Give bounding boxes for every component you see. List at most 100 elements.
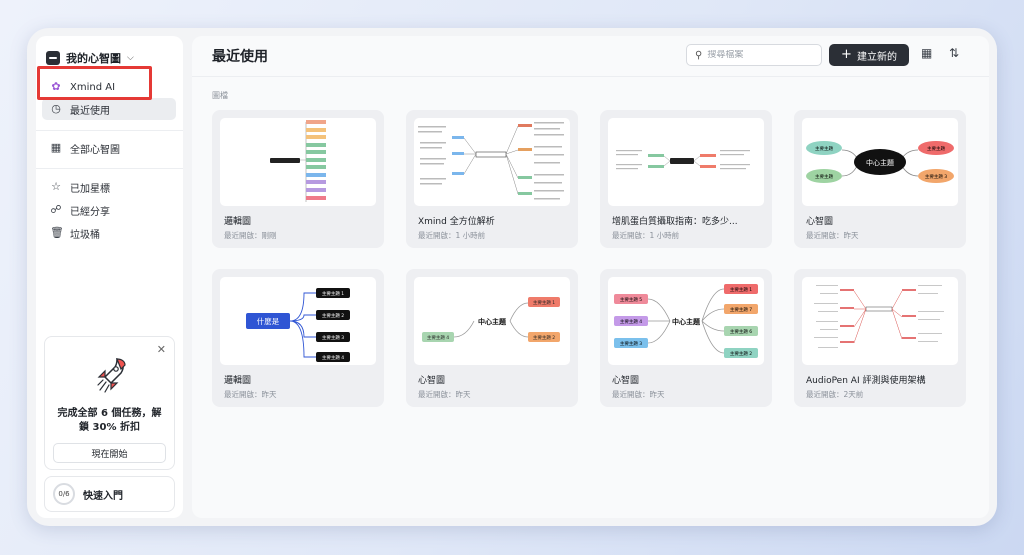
topic-label: 主要主題 1 xyxy=(730,286,752,293)
close-icon[interactable]: ✕ xyxy=(157,343,166,356)
sidebar-item-recent[interactable]: ◷ 最近使用 xyxy=(42,98,176,120)
trash-icon: 🗑 xyxy=(50,226,64,239)
grid-icon: ▦ xyxy=(50,141,62,154)
sidebar-item-label: 全部心智圖 xyxy=(70,144,120,156)
workspace-icon xyxy=(46,51,60,65)
file-card[interactable]: 中心主題 主要主題 1 主要主題 2 主要主題 4 心智圖 最近開啟：昨天 xyxy=(406,269,578,407)
promo-text: 完成全部 6 個任務，解鎖 30% 折扣 xyxy=(57,408,162,433)
clock-icon: ◷ xyxy=(51,102,61,115)
topic-label: 主要主題 4 xyxy=(322,354,344,361)
file-title: 心智圖 xyxy=(806,217,834,227)
file-card[interactable]: 中心主題 主要主題 主要主題 主要主題 主要主題 3 心智圖 最近開啟：昨天 xyxy=(794,110,966,248)
file-card[interactable]: 什麼是 主要主題 1 主要主題 2 主要主題 3 主要主題 4 邏輯圖 最近開啟… xyxy=(212,269,384,407)
sidebar-item-trash[interactable]: 🗑 垃圾桶 xyxy=(42,222,176,244)
create-new-label: 建立新的 xyxy=(856,51,897,63)
topic-label: 主要主題 6 xyxy=(730,328,752,335)
search-icon: ⚲ xyxy=(695,49,703,61)
topic-label: 主要主題 2 xyxy=(730,350,752,357)
ai-sparkle-icon: ✿ xyxy=(51,80,61,93)
progress-indicator: 0/6 xyxy=(53,483,75,505)
main-panel: 最近使用 ⚲ + 建立新的 ▦ ⇅ 圖檔 xyxy=(192,36,989,518)
center-topic: 中心主題 xyxy=(866,158,894,167)
sidebar-item-all-maps[interactable]: ▦ 全部心智圖 xyxy=(42,137,176,159)
start-now-button[interactable]: 現在開始 xyxy=(53,443,166,463)
topic-label: 主要主題 2 xyxy=(533,334,555,341)
topic-label: 主要主題 xyxy=(815,145,833,152)
workspace-switcher[interactable]: 我的心智圖 ⌵ xyxy=(46,50,134,66)
file-title: 心智圖 xyxy=(612,376,640,386)
file-thumbnail: 中心主題 主要主題 1 主要主題 7 主要主題 6 主要主題 2 主要主題 5 … xyxy=(608,277,764,365)
chevron-down-icon: ⌵ xyxy=(127,53,134,63)
file-last-opened: 最近開啟：剛剛 xyxy=(224,231,277,240)
share-icon: ☍ xyxy=(50,203,62,216)
page-title: 最近使用 xyxy=(212,49,268,65)
topic-label: 主要主題 1 xyxy=(322,290,344,297)
file-last-opened: 最近開啟：昨天 xyxy=(612,390,665,399)
sidebar-item-label: Xmind AI xyxy=(70,81,116,93)
file-card[interactable]: Xmind 全方位解析 最近開啟：1 小時前 xyxy=(406,110,578,248)
file-last-opened: 最近開啟：2天前 xyxy=(806,390,864,399)
file-card[interactable]: 中心主題 主要主題 1 主要主題 7 主要主題 6 主要主題 2 主要主題 5 … xyxy=(600,269,772,407)
sidebar-item-label: 已加星標 xyxy=(70,183,110,195)
file-last-opened: 最近開啟：1 小時前 xyxy=(418,231,486,240)
file-last-opened: 最近開啟：1 小時前 xyxy=(612,231,680,240)
grid-view-icon[interactable]: ▦ xyxy=(921,46,932,60)
sidebar-item-label: 已經分享 xyxy=(70,206,110,218)
header-divider xyxy=(192,76,989,77)
file-thumbnail: 中心主題 主要主題 主要主題 主要主題 主要主題 3 xyxy=(802,118,958,206)
topic-label: 主要主題 4 xyxy=(427,334,449,341)
center-topic: 中心主題 xyxy=(478,317,507,326)
sidebar-item-shared[interactable]: ☍ 已經分享 xyxy=(42,199,176,221)
quick-start-label: 快速入門 xyxy=(83,490,123,502)
file-title: 增肌蛋白質攝取指南：吃多少... xyxy=(612,217,738,227)
search-box[interactable]: ⚲ xyxy=(686,44,822,66)
center-topic: 中心主題 xyxy=(672,317,701,326)
workspace-name: 我的心智圖 xyxy=(66,52,121,65)
search-input[interactable] xyxy=(707,50,808,60)
file-card[interactable]: AudioPen AI 評測與使用架構 最近開啟：2天前 xyxy=(794,269,966,407)
center-topic: 什麼是 xyxy=(257,316,280,326)
topic-label: 主要主題 3 xyxy=(925,173,947,180)
file-title: 邏輯圖 xyxy=(224,217,252,227)
file-last-opened: 最近開啟：昨天 xyxy=(224,390,277,399)
topic-label: 主要主題 xyxy=(815,173,833,180)
file-title: 心智圖 xyxy=(418,376,446,386)
file-last-opened: 最近開啟：昨天 xyxy=(418,390,471,399)
file-thumbnail xyxy=(802,277,958,365)
file-thumbnail xyxy=(220,118,376,206)
topic-label: 主要主題 5 xyxy=(620,296,642,303)
sort-icon[interactable]: ⇅ xyxy=(949,46,959,60)
file-card[interactable]: 邏輯圖 最近開啟：剛剛 xyxy=(212,110,384,248)
topic-label: 主要主題 xyxy=(927,145,945,152)
rocket-icon xyxy=(97,357,126,393)
star-icon: ☆ xyxy=(51,180,61,193)
topic-label: 主要主題 4 xyxy=(620,318,642,325)
topic-label: 主要主題 3 xyxy=(620,340,642,347)
divider xyxy=(36,168,183,169)
topic-label: 主要主題 7 xyxy=(730,306,752,313)
sidebar-item-starred[interactable]: ☆ 已加星標 xyxy=(42,176,176,198)
quick-start-button[interactable]: 0/6 快速入門 xyxy=(44,476,175,512)
file-thumbnail: 什麼是 主要主題 1 主要主題 2 主要主題 3 主要主題 4 xyxy=(220,277,376,365)
promo-card: ✕ 完成全部 6 個任務，解鎖 30% 折扣 現在開始 xyxy=(44,336,175,470)
file-last-opened: 最近開啟：昨天 xyxy=(806,231,859,240)
app-window: 我的心智圖 ⌵ ✿ Xmind AI ◷ 最近使用 ▦ 全部心智圖 ☆ 已加星標… xyxy=(27,28,997,526)
plus-icon: + xyxy=(841,47,852,62)
file-thumbnail: 中心主題 主要主題 1 主要主題 2 主要主題 4 xyxy=(414,277,570,365)
divider xyxy=(36,130,183,131)
create-new-button[interactable]: + 建立新的 xyxy=(829,44,909,66)
file-title: AudioPen AI 評測與使用架構 xyxy=(806,376,926,386)
sidebar-item-xmind-ai[interactable]: ✿ Xmind AI xyxy=(42,76,176,98)
file-card[interactable]: 增肌蛋白質攝取指南：吃多少... 最近開啟：1 小時前 xyxy=(600,110,772,248)
sidebar-item-label: 垃圾桶 xyxy=(70,229,100,241)
file-title: Xmind 全方位解析 xyxy=(418,217,495,227)
file-title: 邏輯圖 xyxy=(224,376,252,386)
topic-label: 主要主題 2 xyxy=(322,312,344,319)
file-thumbnail xyxy=(414,118,570,206)
topic-label: 主要主題 1 xyxy=(533,299,555,306)
section-label: 圖檔 xyxy=(212,91,228,100)
sidebar: 我的心智圖 ⌵ ✿ Xmind AI ◷ 最近使用 ▦ 全部心智圖 ☆ 已加星標… xyxy=(36,36,183,518)
sidebar-item-label: 最近使用 xyxy=(70,105,110,117)
topic-label: 主要主題 3 xyxy=(322,334,344,341)
file-thumbnail xyxy=(608,118,764,206)
